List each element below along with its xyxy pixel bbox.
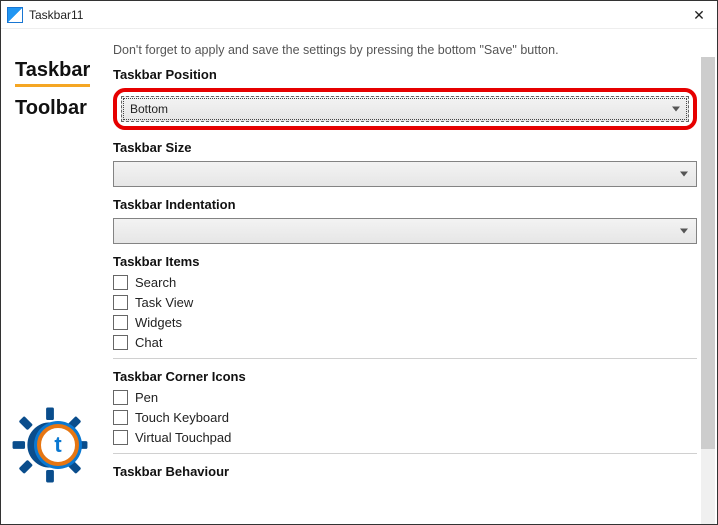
check-label: Chat: [135, 335, 162, 350]
app-icon: [7, 7, 23, 23]
check-row-widgets[interactable]: Widgets: [113, 315, 697, 330]
tab-toolbar[interactable]: Toolbar: [15, 95, 103, 122]
checkbox[interactable]: [113, 275, 128, 290]
checkbox[interactable]: [113, 315, 128, 330]
checkbox[interactable]: [113, 410, 128, 425]
badge-letter: t: [37, 424, 79, 466]
label-taskbar-size: Taskbar Size: [113, 140, 697, 155]
dropdown-taskbar-size[interactable]: [113, 161, 697, 187]
check-row-virtual-touchpad[interactable]: Virtual Touchpad: [113, 430, 697, 445]
check-label: Search: [135, 275, 176, 290]
check-label: Virtual Touchpad: [135, 430, 231, 445]
dropdown-taskbar-position[interactable]: Bottom: [121, 96, 689, 122]
check-label: Task View: [135, 295, 193, 310]
divider: [113, 358, 697, 359]
check-row-search[interactable]: Search: [113, 275, 697, 290]
check-row-pen[interactable]: Pen: [113, 390, 697, 405]
main-panel: Don't forget to apply and save the setti…: [103, 29, 717, 524]
scroll-thumb[interactable]: [701, 57, 715, 449]
scrollbar[interactable]: [701, 57, 715, 524]
check-label: Pen: [135, 390, 158, 405]
checkbox[interactable]: [113, 390, 128, 405]
content: Taskbar Toolbar Don't forget to apply an…: [1, 29, 717, 524]
check-label: Widgets: [135, 315, 182, 330]
label-taskbar-position: Taskbar Position: [113, 67, 697, 82]
check-label: Touch Keyboard: [135, 410, 229, 425]
window-title: Taskbar11: [29, 8, 83, 22]
label-taskbar-indentation: Taskbar Indentation: [113, 197, 697, 212]
titlebar: Taskbar11 ✕: [1, 1, 717, 29]
label-corner-icons: Taskbar Corner Icons: [113, 369, 697, 384]
dropdown-taskbar-indentation[interactable]: [113, 218, 697, 244]
checkbox[interactable]: [113, 430, 128, 445]
hint-text: Don't forget to apply and save the setti…: [113, 43, 697, 57]
checkbox[interactable]: [113, 335, 128, 350]
check-row-taskview[interactable]: Task View: [113, 295, 697, 310]
checkbox[interactable]: [113, 295, 128, 310]
divider: [113, 453, 697, 454]
highlight-taskbar-position: Bottom: [113, 88, 697, 130]
check-row-touch-keyboard[interactable]: Touch Keyboard: [113, 410, 697, 425]
label-behaviour: Taskbar Behaviour: [113, 464, 697, 479]
close-icon[interactable]: ✕: [689, 5, 709, 25]
check-row-chat[interactable]: Chat: [113, 335, 697, 350]
tab-taskbar[interactable]: Taskbar: [15, 57, 90, 87]
label-taskbar-items: Taskbar Items: [113, 254, 697, 269]
dropdown-value: Bottom: [130, 102, 168, 116]
logo-badge: t: [11, 406, 89, 484]
